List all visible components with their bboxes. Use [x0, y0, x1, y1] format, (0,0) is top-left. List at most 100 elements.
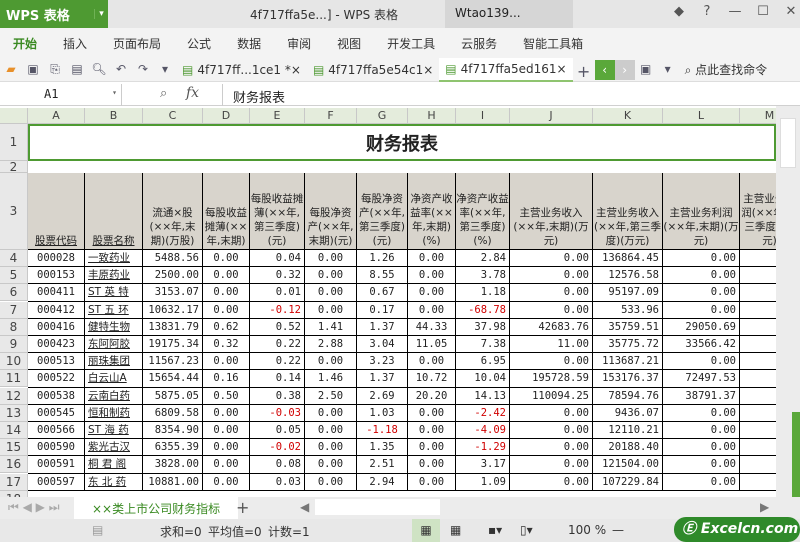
table-cell[interactable]: 0.62	[203, 318, 250, 336]
table-cell[interactable]: 10.04	[456, 370, 510, 388]
column-header[interactable]: D	[203, 108, 250, 124]
table-cell[interactable]: 245	[740, 319, 776, 336]
table-cell[interactable]: 2.50	[305, 387, 357, 405]
table-cell[interactable]: 0.00	[203, 301, 250, 319]
maximize-button[interactable]: ☐	[754, 4, 772, 19]
new-tab-icon[interactable]: +	[575, 62, 593, 81]
chevron-down-icon[interactable]: ▾	[94, 9, 108, 19]
table-cell[interactable]: 15654.44	[143, 370, 203, 388]
column-title-cell[interactable]: 主营业务收入(××年,末期)(万元)	[510, 173, 593, 250]
column-title-cell[interactable]: 每股净资产(××年,第三季度)(元)	[357, 173, 408, 250]
table-cell[interactable]: 34	[740, 405, 776, 422]
row-header[interactable]: 9	[0, 336, 28, 353]
table-cell[interactable]: ST 英 特	[85, 284, 143, 302]
table-cell[interactable]: 东 北 药	[85, 473, 143, 491]
table-cell[interactable]: 195728.59	[510, 370, 593, 388]
column-header[interactable]: L	[663, 108, 740, 124]
table-cell[interactable]: 000411	[28, 284, 85, 302]
table-cell[interactable]: 0.00	[510, 284, 593, 302]
table-cell[interactable]: -1.29	[456, 439, 510, 457]
table-cell[interactable]: -68.78	[456, 301, 510, 319]
column-title-cell[interactable]: 主营业务收入(××年,第三季度)(万元)	[593, 173, 663, 250]
table-cell[interactable]: 2.69	[357, 387, 408, 405]
table-cell[interactable]: 5875.05	[143, 387, 203, 405]
table-cell[interactable]: 白云山A	[85, 370, 143, 388]
table-cell[interactable]: 9436.07	[593, 404, 663, 422]
table-cell[interactable]: 78594.76	[593, 387, 663, 405]
table-cell[interactable]: 1.46	[305, 370, 357, 388]
column-header[interactable]: B	[85, 108, 143, 124]
table-cell[interactable]: 11.00	[510, 336, 593, 354]
table-cell[interactable]: 0.00	[408, 353, 456, 371]
table-cell[interactable]: ST 五 环	[85, 301, 143, 319]
table-cell[interactable]: ST 海 药	[85, 422, 143, 440]
table-cell[interactable]: 0.00	[663, 473, 740, 491]
table-cell[interactable]: 8354.90	[143, 422, 203, 440]
zoom-formula-icon[interactable]: ⌕	[160, 86, 167, 101]
table-cell[interactable]: 0.00	[305, 473, 357, 491]
column-header[interactable]: M	[740, 108, 776, 124]
row-header[interactable]: 15	[0, 439, 28, 457]
table-cell[interactable]: 0.00	[203, 404, 250, 422]
table-cell[interactable]: 505	[740, 353, 776, 371]
row-header[interactable]: 14	[0, 422, 28, 439]
table-cell[interactable]: 0.38	[250, 387, 305, 405]
table-cell[interactable]: -0.02	[250, 439, 305, 457]
table-cell[interactable]: 桐 君 阁	[85, 456, 143, 474]
row-header[interactable]: 8	[0, 318, 28, 336]
name-box[interactable]: A1 ▾	[0, 84, 122, 106]
table-cell[interactable]: 0.00	[203, 422, 250, 440]
table-cell[interactable]: 128	[740, 456, 776, 474]
zoom-out-button[interactable]: —	[612, 523, 624, 537]
table-cell[interactable]: 000597	[28, 473, 85, 491]
sheet-title-cell[interactable]: 财务报表	[28, 124, 776, 161]
table-cell[interactable]: 107229.84	[593, 473, 663, 491]
help-icon[interactable]: ?	[698, 4, 716, 19]
table-cell[interactable]: 19175.34	[143, 336, 203, 354]
table-cell[interactable]: 0.00	[510, 439, 593, 457]
table-cell[interactable]: 2500.00	[143, 267, 203, 285]
menu-tab[interactable]: 页面布局	[100, 35, 174, 52]
row-header[interactable]: 5	[0, 267, 28, 285]
table-cell[interactable]: 0.16	[203, 370, 250, 388]
table-cell[interactable]: 000566	[28, 422, 85, 440]
table-cell[interactable]: 10632.17	[143, 301, 203, 319]
table-cell[interactable]: 52	[740, 267, 776, 285]
document-tab[interactable]: ▤ 4f717ffa5ed161 ×	[439, 57, 573, 82]
table-cell[interactable]: 33566.42	[663, 336, 740, 354]
table-cell[interactable]: 3153.07	[143, 284, 203, 302]
table-cell[interactable]: 云南白药	[85, 387, 143, 405]
column-title-cell[interactable]: 股票名称	[85, 173, 143, 250]
row-header[interactable]: 6	[0, 284, 28, 302]
table-cell[interactable]: 1.18	[456, 284, 510, 302]
table-cell[interactable]: 0.00	[203, 353, 250, 371]
table-cell[interactable]	[740, 302, 776, 319]
column-title-cell[interactable]: 净资产收益率(××年,第三季度)(%)	[456, 173, 510, 250]
table-cell[interactable]: 305	[740, 250, 776, 268]
table-cell[interactable]: 000522	[28, 370, 85, 388]
menu-tab[interactable]: 开始	[0, 35, 50, 52]
horizontal-scrollbar[interactable]	[315, 499, 440, 515]
table-cell[interactable]: -4.09	[456, 422, 510, 440]
table-cell[interactable]: 0.00	[203, 250, 250, 268]
table-cell[interactable]: 217	[740, 336, 776, 354]
table-cell[interactable]: 0.05	[250, 422, 305, 440]
table-cell[interactable]: 11567.23	[143, 353, 203, 371]
table-cell[interactable]: 2.51	[357, 456, 408, 474]
table-cell[interactable]: 000590	[28, 439, 85, 457]
table-cell[interactable]: 0.00	[408, 284, 456, 302]
menu-tab[interactable]: 智能工具箱	[510, 35, 596, 52]
table-cell[interactable]: 1.09	[456, 473, 510, 491]
table-cell[interactable]: 95197.09	[593, 284, 663, 302]
row-header[interactable]: 17	[0, 473, 28, 491]
table-cell[interactable]: 0.00	[663, 353, 740, 371]
page-break-view-icon[interactable]: ▦	[450, 523, 461, 537]
add-sheet-icon[interactable]: +	[236, 498, 249, 517]
table-cell[interactable]: 0.08	[250, 456, 305, 474]
formula-input[interactable]: 财务报表	[222, 84, 800, 106]
table-cell[interactable]: -2.42	[456, 404, 510, 422]
spreadsheet-grid[interactable]: 财务报表 123456789101112131415161718ABCDEFGH…	[0, 106, 776, 497]
table-cell[interactable]: 1.35	[357, 439, 408, 457]
close-tab-icon[interactable]: ×	[557, 62, 567, 76]
table-cell[interactable]: 37.98	[456, 318, 510, 336]
